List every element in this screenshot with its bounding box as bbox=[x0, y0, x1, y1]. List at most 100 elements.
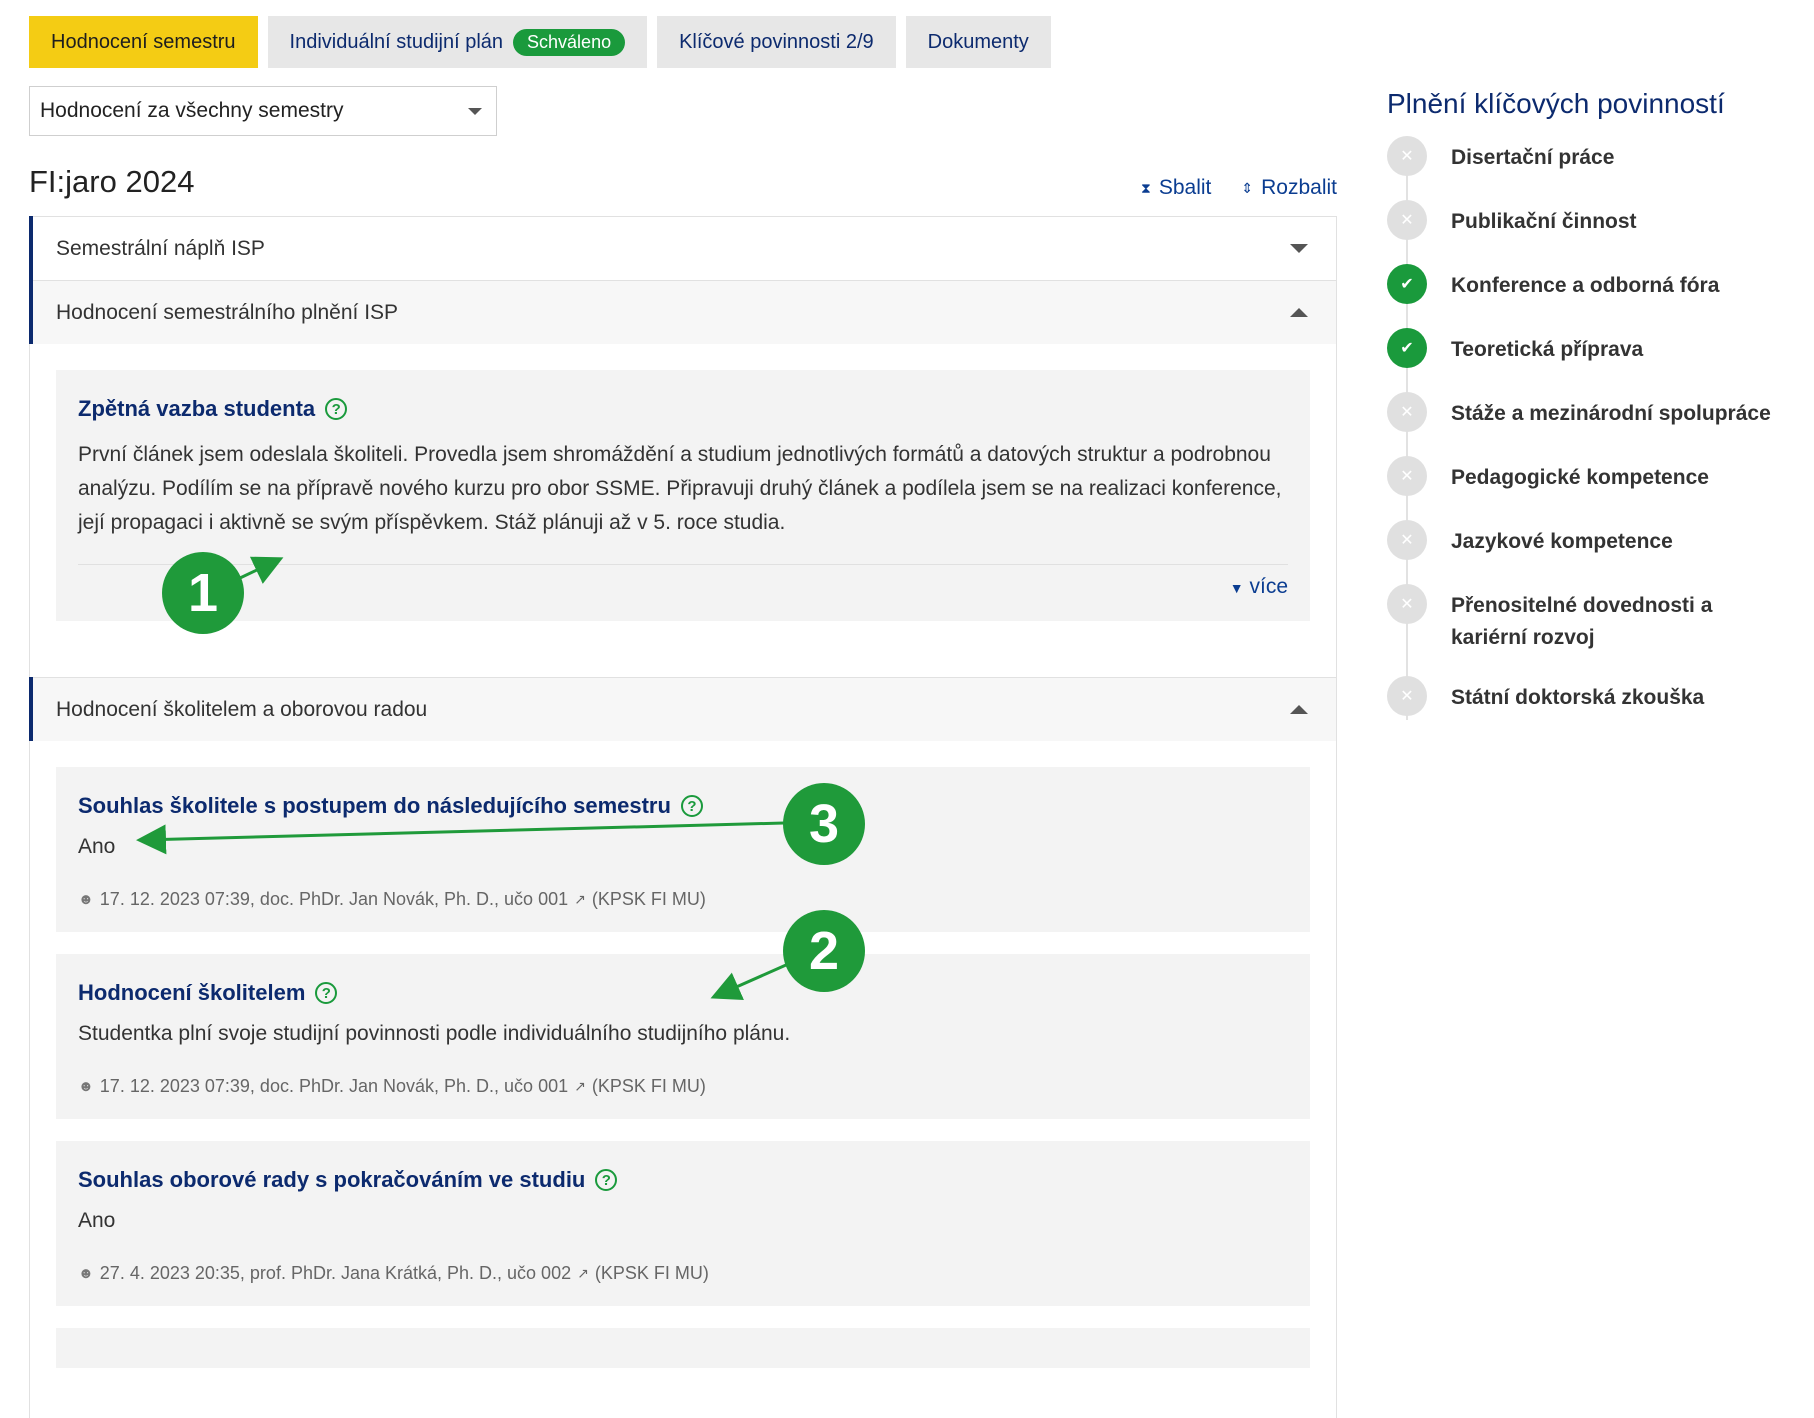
help-icon[interactable]: ? bbox=[325, 398, 348, 420]
more-row: ▼ více bbox=[78, 564, 1288, 599]
user-icon: ☻ bbox=[78, 1078, 94, 1095]
accordion-title: Hodnocení školitelem a oborovou radou bbox=[56, 697, 428, 721]
duty-label: Teoretická příprava bbox=[1451, 338, 1644, 361]
duty-item[interactable]: ✔ Konference a odborná fóra bbox=[1387, 264, 1807, 328]
collapse-expand-toolbar: ⧗ Sbalit ⇕ Rozbalit bbox=[1141, 176, 1337, 200]
external-link-icon[interactable]: ↗ bbox=[574, 1078, 586, 1095]
chevron-down-icon bbox=[468, 107, 482, 115]
card-meta: ☻ 17. 12. 2023 07:39, doc. PhDr. Jan Nov… bbox=[78, 889, 1288, 910]
card-title: Souhlas školitele s postupem do následuj… bbox=[78, 793, 671, 818]
accordion-body-supervisor-evaluation: Souhlas školitele s postupem do následuj… bbox=[30, 741, 1336, 1418]
tab-documents[interactable]: Dokumenty bbox=[905, 16, 1051, 68]
meta-text: 27. 4. 2023 20:35, prof. PhDr. Jana Krát… bbox=[99, 1263, 572, 1283]
meta-text: 17. 12. 2023 07:39, doc. PhDr. Jan Novák… bbox=[99, 889, 569, 909]
show-more-label: více bbox=[1249, 575, 1288, 598]
callout-1: 1 bbox=[162, 552, 244, 634]
duty-label: Stáže a mezinárodní spolupráce bbox=[1451, 402, 1771, 425]
status-badge: Schváleno bbox=[513, 28, 626, 56]
accordion-body-isp-evaluation: Zpětná vazba studenta ? První článek jse… bbox=[30, 344, 1336, 677]
tab-individual-study-plan[interactable]: Individuální studijní plán Schváleno bbox=[267, 16, 648, 68]
card-value: Ano bbox=[78, 835, 116, 858]
accordion-header-isp-content[interactable]: Semestrální náplň ISP bbox=[29, 216, 1336, 280]
external-link-icon[interactable]: ↗ bbox=[574, 891, 586, 908]
tab-bar: Hodnocení semestru Individuální studijní… bbox=[29, 16, 1051, 68]
card-meta: ☻ 17. 12. 2023 07:39, doc. PhDr. Jan Nov… bbox=[78, 1076, 1288, 1097]
main-content: Semestrální náplň ISP Hodnocení semestrá… bbox=[29, 216, 1337, 1418]
feedback-text: První článek jsem odeslala školiteli. Pr… bbox=[78, 443, 1282, 534]
card-value: Ano bbox=[78, 1209, 116, 1232]
help-icon[interactable]: ? bbox=[595, 1169, 618, 1191]
duty-label: Pedagogické kompetence bbox=[1451, 466, 1709, 489]
semester-select[interactable]: Hodnocení za všechny semestry bbox=[29, 86, 497, 136]
meta-org: (KPSK FI MU) bbox=[594, 1263, 709, 1283]
card-value: Studentka plní svoje studijní povinnosti… bbox=[78, 1022, 791, 1045]
meta-org: (KPSK FI MU) bbox=[591, 1076, 706, 1096]
tab-semester-evaluation[interactable]: Hodnocení semestru bbox=[29, 16, 258, 68]
tab-label: Individuální studijní plán bbox=[289, 30, 504, 53]
external-link-icon[interactable]: ↗ bbox=[577, 1265, 589, 1282]
check-icon: ✔ bbox=[1387, 264, 1427, 304]
user-icon: ☻ bbox=[78, 1265, 94, 1282]
duty-item[interactable]: ✕ Jazykové kompetence bbox=[1387, 520, 1807, 584]
cross-icon: ✕ bbox=[1387, 392, 1427, 432]
supervisor-consent-card: Souhlas školitele s postupem do následuj… bbox=[56, 767, 1310, 932]
next-card-partial bbox=[56, 1328, 1310, 1368]
duty-item[interactable]: ✕ Disertační práce bbox=[1387, 136, 1807, 200]
cross-icon: ✕ bbox=[1387, 136, 1427, 176]
cross-icon: ✕ bbox=[1387, 584, 1427, 624]
accordion-header-supervisor-evaluation[interactable]: Hodnocení školitelem a oborovou radou bbox=[29, 677, 1336, 741]
semester-title: FI:jaro 2024 bbox=[29, 164, 195, 199]
duty-item[interactable]: ✔ Teoretická příprava bbox=[1387, 328, 1807, 392]
tab-label: Dokumenty bbox=[927, 30, 1029, 53]
duty-item[interactable]: ✕ Publikační činnost bbox=[1387, 200, 1807, 264]
duty-item[interactable]: ✕ Pedagogické kompetence bbox=[1387, 456, 1807, 520]
tab-label: Klíčové povinnosti 2/9 bbox=[679, 30, 874, 53]
duty-label: Disertační práce bbox=[1451, 146, 1615, 169]
duty-item[interactable]: ✕ Státní doktorská zkouška bbox=[1387, 676, 1807, 740]
meta-org: (KPSK FI MU) bbox=[591, 889, 706, 909]
duty-item[interactable]: ✕ Stáže a mezinárodní spolupráce bbox=[1387, 392, 1807, 456]
duty-label: Jazykové kompetence bbox=[1451, 530, 1673, 553]
duty-list: ✕ Disertační práce ✕ Publikační činnost ✔ Kon… bbox=[1387, 136, 1807, 740]
chevron-up-icon bbox=[1290, 308, 1308, 317]
semester-select-value: Hodnocení za všechny semestry bbox=[40, 99, 344, 122]
cross-icon: ✕ bbox=[1387, 200, 1427, 240]
help-icon[interactable]: ? bbox=[680, 795, 703, 817]
duty-label: Státní doktorská zkouška bbox=[1451, 686, 1705, 709]
student-feedback-card: Zpětná vazba studenta ? První článek jse… bbox=[56, 370, 1310, 621]
expand-all-button[interactable]: ⇕ Rozbalit bbox=[1241, 176, 1337, 200]
card-title: Souhlas oborové rady s pokračováním ve s… bbox=[78, 1167, 586, 1192]
accordion-title: Semestrální náplň ISP bbox=[56, 236, 265, 260]
sidebar-title: Plnění klíčových povinností bbox=[1387, 88, 1725, 119]
collapse-label: Sbalit bbox=[1158, 176, 1212, 199]
key-duties-sidebar: Plnění klíčových povinností ✕ Disertační … bbox=[1387, 88, 1807, 740]
cross-icon: ✕ bbox=[1387, 520, 1427, 560]
accordion: Semestrální náplň ISP Hodnocení semestrá… bbox=[29, 216, 1337, 1418]
collapse-all-button[interactable]: ⧗ Sbalit bbox=[1141, 176, 1211, 200]
accordion-header-isp-evaluation[interactable]: Hodnocení semestrálního plnění ISP bbox=[29, 280, 1336, 344]
collapse-icon: ⧗ bbox=[1141, 179, 1151, 196]
show-more-link[interactable]: ▼ více bbox=[1230, 575, 1288, 598]
meta-text: 17. 12. 2023 07:39, doc. PhDr. Jan Novák… bbox=[99, 1076, 569, 1096]
board-consent-card: Souhlas oborové rady s pokračováním ve s… bbox=[56, 1141, 1310, 1306]
check-icon: ✔ bbox=[1387, 328, 1427, 368]
duty-label: Konference a odborná fóra bbox=[1451, 274, 1720, 297]
chevron-up-icon bbox=[1290, 705, 1308, 714]
caret-down-icon: ▼ bbox=[1229, 580, 1244, 596]
duty-label: Publikační činnost bbox=[1451, 210, 1637, 233]
duty-label: Přenositelné dovednosti a kariérní rozvo… bbox=[1451, 594, 1713, 649]
callout-3: 3 bbox=[783, 783, 865, 865]
cross-icon: ✕ bbox=[1387, 676, 1427, 716]
tab-key-duties[interactable]: Klíčové povinnosti 2/9 bbox=[657, 16, 896, 68]
expand-label: Rozbalit bbox=[1261, 176, 1337, 199]
callout-2: 2 bbox=[783, 910, 865, 992]
user-icon: ☻ bbox=[78, 891, 94, 908]
duty-item[interactable]: ✕ Přenositelné dovednosti a kariérní rozv… bbox=[1387, 584, 1807, 676]
chevron-down-icon bbox=[1290, 244, 1308, 253]
help-icon[interactable]: ? bbox=[315, 982, 338, 1004]
supervisor-evaluation-card: Hodnocení školitelem ? Studentka plní sv… bbox=[56, 954, 1310, 1119]
accordion-title: Hodnocení semestrálního plnění ISP bbox=[56, 300, 399, 324]
card-meta: ☻ 27. 4. 2023 20:35, prof. PhDr. Jana Kr… bbox=[78, 1263, 1288, 1284]
expand-icon: ⇕ bbox=[1241, 179, 1254, 196]
tab-label: Hodnocení semestru bbox=[51, 30, 236, 53]
